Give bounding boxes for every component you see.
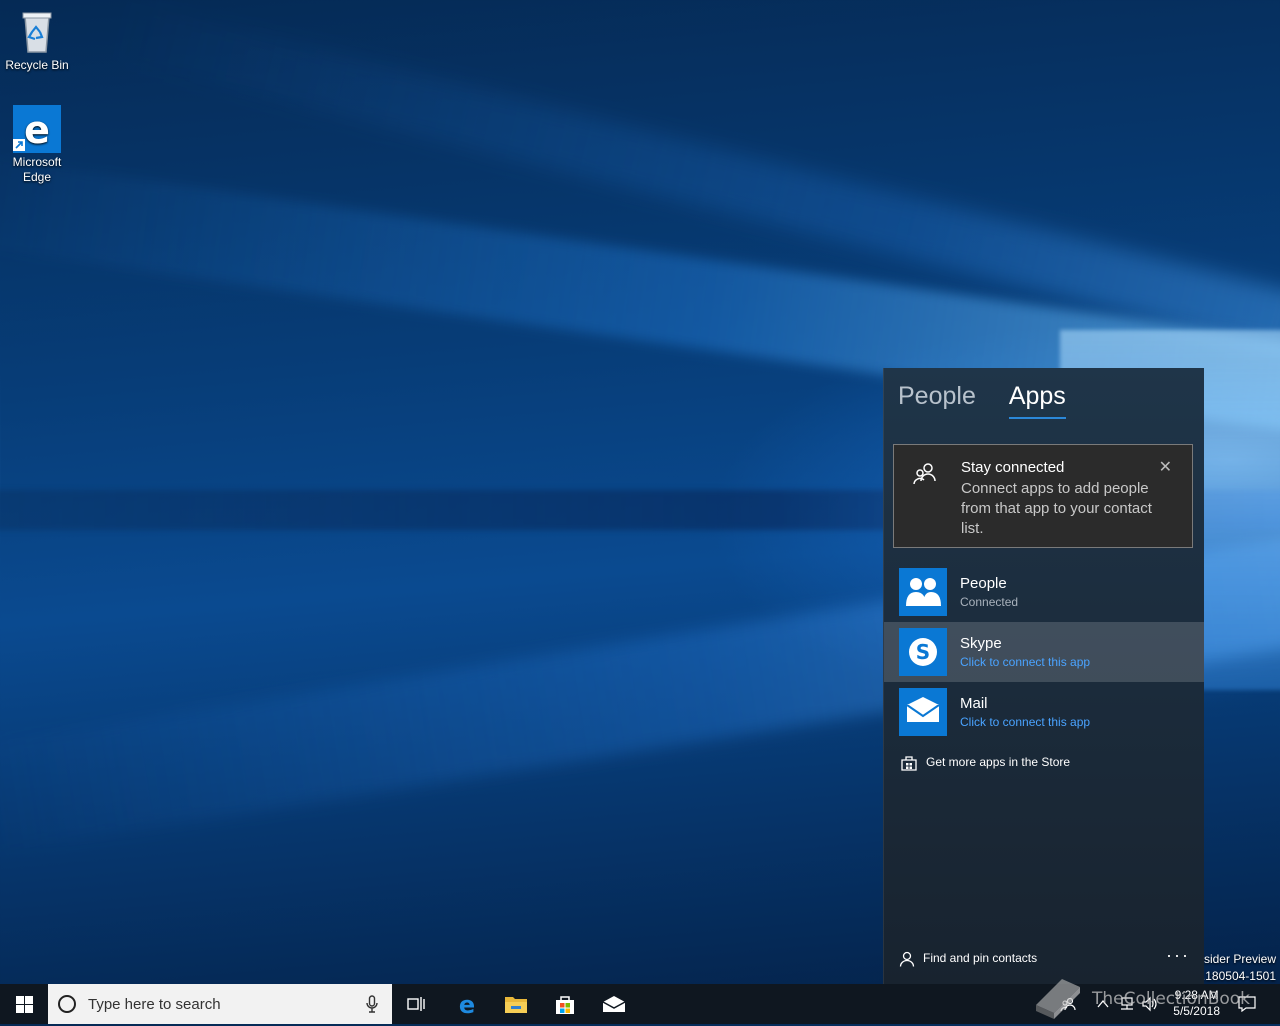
app-row-people[interactable]: People Connected: [884, 562, 1204, 622]
mail-icon: [899, 688, 947, 736]
close-icon[interactable]: ✕: [1159, 457, 1172, 477]
mail-icon: [602, 996, 626, 1012]
app-row-mail[interactable]: Mail Click to connect this app: [884, 682, 1204, 742]
desktop-icon-microsoft-edge[interactable]: e Microsoft Edge: [0, 105, 74, 185]
desktop-icon-recycle-bin[interactable]: Recycle Bin: [0, 8, 74, 73]
people-outline-icon: [912, 461, 938, 487]
find-and-pin-contacts[interactable]: Find and pin contacts: [899, 951, 1037, 967]
watermark-line: nsider Preview: [1197, 952, 1276, 966]
start-button[interactable]: [0, 984, 48, 1024]
store-link-label: Get more apps in the Store: [926, 755, 1071, 770]
taskbar-mail-button[interactable]: [590, 984, 638, 1024]
store-icon: [900, 754, 918, 772]
people-app-icon: [899, 568, 947, 616]
notice-body: Connect apps to add people from that app…: [961, 480, 1152, 537]
windows-logo-icon: [15, 995, 33, 1013]
cortana-icon: [58, 995, 76, 1013]
app-name: Mail: [960, 695, 988, 712]
svg-text:S: S: [916, 640, 930, 664]
edge-icon: e: [459, 992, 475, 1016]
notice-title: Stay connected: [961, 459, 1065, 476]
taskbar-edge-button[interactable]: e: [443, 984, 491, 1024]
app-status-link[interactable]: Click to connect this app: [960, 715, 1090, 729]
book-logo-icon: [1030, 975, 1086, 1021]
people-flyout: People Apps Stay connected Connect apps …: [883, 368, 1204, 984]
site-watermark-text: TheCollectionBook: [1092, 989, 1251, 1009]
task-view-icon: [407, 997, 425, 1011]
app-row-skype[interactable]: S Skype Click to connect this app: [884, 622, 1204, 682]
edge-icon: e: [13, 105, 61, 153]
more-options-button[interactable]: ···: [1166, 945, 1190, 966]
skype-icon: S: [899, 628, 947, 676]
taskbar-store-button[interactable]: [541, 984, 589, 1024]
tab-apps[interactable]: Apps: [1008, 382, 1066, 419]
wallpaper-beam: [0, 0, 1280, 354]
find-pin-label: Find and pin contacts: [923, 951, 1038, 966]
svg-text:e: e: [24, 108, 50, 152]
app-name: People: [960, 575, 1007, 592]
watermark-line: e.180504-1501: [1195, 969, 1276, 983]
desktop-icon-label: Microsoft Edge: [12, 155, 62, 184]
search-box[interactable]: Type here to search: [48, 984, 392, 1024]
task-view-button[interactable]: [392, 984, 440, 1024]
os-build-watermark: nsider Preview e.180504-1501: [1195, 951, 1276, 985]
svg-text:e: e: [459, 992, 475, 1016]
flyout-tabs: People Apps: [898, 382, 1092, 419]
recycle-bin-icon: [13, 8, 61, 56]
stay-connected-notice: Stay connected Connect apps to add peopl…: [893, 444, 1193, 548]
tab-people[interactable]: People: [898, 382, 976, 411]
folder-icon: [505, 997, 527, 1013]
app-status: Connected: [960, 595, 1019, 609]
app-status-link[interactable]: Click to connect this app: [960, 655, 1090, 669]
app-name: Skype: [960, 635, 1002, 652]
person-icon: [899, 951, 915, 967]
store-icon: [556, 996, 574, 1014]
taskbar-file-explorer-button[interactable]: [492, 984, 540, 1024]
taskbar: Type here to search e 9:28 AM 5/5/2018: [0, 984, 1280, 1024]
get-more-apps-link[interactable]: Get more apps in the Store: [900, 754, 1070, 772]
microphone-icon[interactable]: [366, 995, 378, 1013]
desktop-icon-label: Recycle Bin: [5, 58, 69, 72]
search-placeholder: Type here to search: [88, 996, 221, 1013]
